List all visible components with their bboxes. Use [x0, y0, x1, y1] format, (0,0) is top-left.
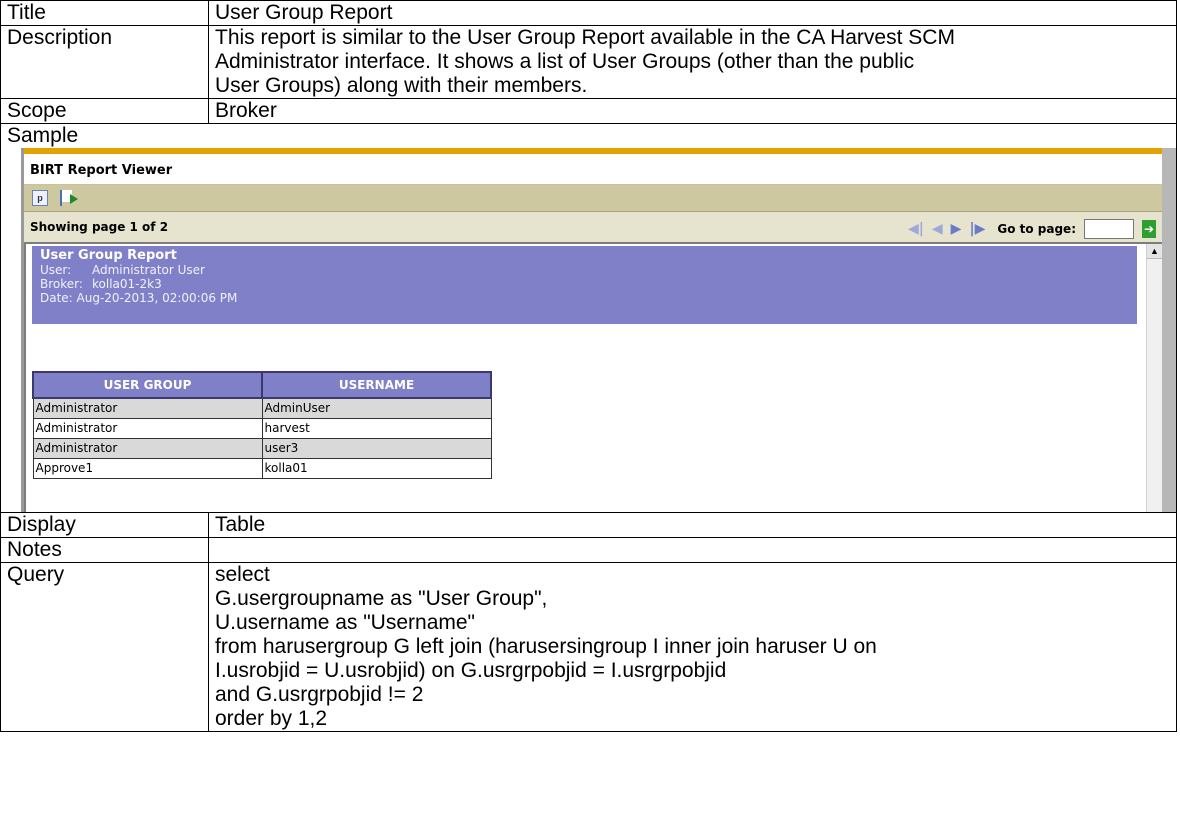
scope-row: Scope Broker: [0, 98, 1177, 124]
description-line: User Groups) along with their members.: [215, 74, 588, 97]
notes-label: Notes: [0, 537, 209, 563]
first-page-icon[interactable]: ◀|: [908, 220, 924, 238]
export-icon[interactable]: [60, 190, 78, 206]
scope-value: Broker: [208, 98, 1177, 124]
birt-report-viewer: BIRT Report Viewer p Showing page 1 of 2…: [21, 148, 1176, 512]
report-user-value: Administrator User: [92, 263, 205, 277]
query-row: Query select G.usergroupname as "User Gr…: [0, 562, 1177, 732]
page-navigation: ◀| ◀ ▶ |▶ Go to page: ➔: [908, 217, 1156, 241]
table-row: Approve1 kolla01: [32, 458, 492, 479]
report-spec-table: Title User Group Report Description This…: [0, 0, 1177, 732]
goto-page-label: Go to page:: [997, 222, 1076, 236]
title-label: Title: [0, 0, 209, 26]
query-line: and G.usrgrpobjid != 2: [215, 683, 424, 706]
sample-row: Sample BIRT Report Viewer p Showing page…: [0, 123, 1177, 513]
table-row: Administrator AdminUser: [32, 397, 492, 419]
viewer-navbar: Showing page 1 of 2 ◀| ◀ ▶ |▶ Go to page…: [24, 212, 1162, 243]
user-group-cell: Administrator: [32, 397, 263, 419]
next-page-icon[interactable]: ▶: [951, 220, 962, 238]
viewer-title: BIRT Report Viewer: [24, 154, 1162, 185]
report-broker-value: kolla01-2k3: [92, 277, 162, 291]
display-label: Display: [0, 512, 209, 538]
query-line: U.username as "Username": [215, 611, 476, 634]
display-row: Display Table: [0, 512, 1177, 538]
report-date-line: Date: Aug-20-2013, 02:00:06 PM: [40, 291, 238, 305]
scroll-up-icon[interactable]: ▲: [1147, 244, 1162, 259]
description-value: This report is similar to the User Group…: [208, 25, 1177, 99]
sample-cell: Sample BIRT Report Viewer p Showing page…: [0, 123, 1177, 513]
display-value: Table: [208, 512, 1177, 538]
description-row: Description This report is similar to th…: [0, 25, 1177, 99]
vertical-scrollbar[interactable]: ▲: [1146, 244, 1162, 512]
column-header-username: USERNAME: [261, 371, 492, 399]
notes-value: [208, 537, 1177, 563]
title-row: Title User Group Report: [0, 0, 1177, 26]
previous-page-icon[interactable]: ◀: [932, 220, 943, 238]
query-line: select: [215, 563, 270, 586]
column-header-user-group: USER GROUP: [32, 371, 263, 399]
last-page-icon[interactable]: |▶: [969, 220, 985, 238]
username-cell: AdminUser: [261, 397, 492, 419]
user-group-cell: Administrator: [32, 438, 263, 459]
report-content-area: User Group Report User: Administrator Use…: [24, 242, 1162, 512]
title-value: User Group Report: [208, 0, 1177, 26]
report-user-line: User: Administrator User: [40, 263, 1129, 277]
scope-label: Scope: [0, 98, 209, 124]
username-cell: user3: [261, 438, 492, 459]
page-status: Showing page 1 of 2: [30, 220, 169, 234]
description-label: Description: [0, 25, 209, 99]
query-label: Query: [0, 562, 209, 732]
user-group-cell: Administrator: [32, 418, 263, 439]
sample-label: Sample: [7, 124, 79, 147]
go-icon[interactable]: ➔: [1142, 220, 1156, 238]
query-line: I.usrobjid = U.usrobjid) on G.usrgrpobji…: [215, 659, 727, 682]
table-row: Administrator harvest: [32, 418, 492, 439]
user-group-cell: Approve1: [32, 458, 263, 479]
username-cell: kolla01: [261, 458, 492, 479]
goto-page-input[interactable]: [1084, 219, 1134, 239]
notes-row: Notes: [0, 537, 1177, 563]
query-line: G.usergroupname as "User Group",: [215, 587, 548, 610]
description-line: Administrator interface. It shows a list…: [215, 50, 915, 73]
query-line: order by 1,2: [215, 707, 328, 730]
query-line: from harusergroup G left join (harusersi…: [215, 635, 877, 658]
report-broker-key: Broker:: [40, 277, 83, 291]
query-value: select G.usergroupname as "User Group", …: [208, 562, 1177, 732]
report-header: User Group Report User: Administrator Use…: [32, 246, 1137, 324]
username-cell: harvest: [261, 418, 492, 439]
pdf-icon[interactable]: p: [32, 190, 48, 206]
description-line: This report is similar to the User Group…: [215, 26, 955, 49]
viewer-toolbar: p: [24, 185, 1162, 212]
report-title: User Group Report: [40, 248, 177, 263]
report-broker-line: Broker: kolla01-2k3: [40, 277, 1129, 291]
user-group-table: USER GROUP USERNAME Administrator AdminU…: [32, 371, 492, 479]
table-row: Administrator user3: [32, 438, 492, 459]
report-user-key: User:: [40, 263, 72, 277]
